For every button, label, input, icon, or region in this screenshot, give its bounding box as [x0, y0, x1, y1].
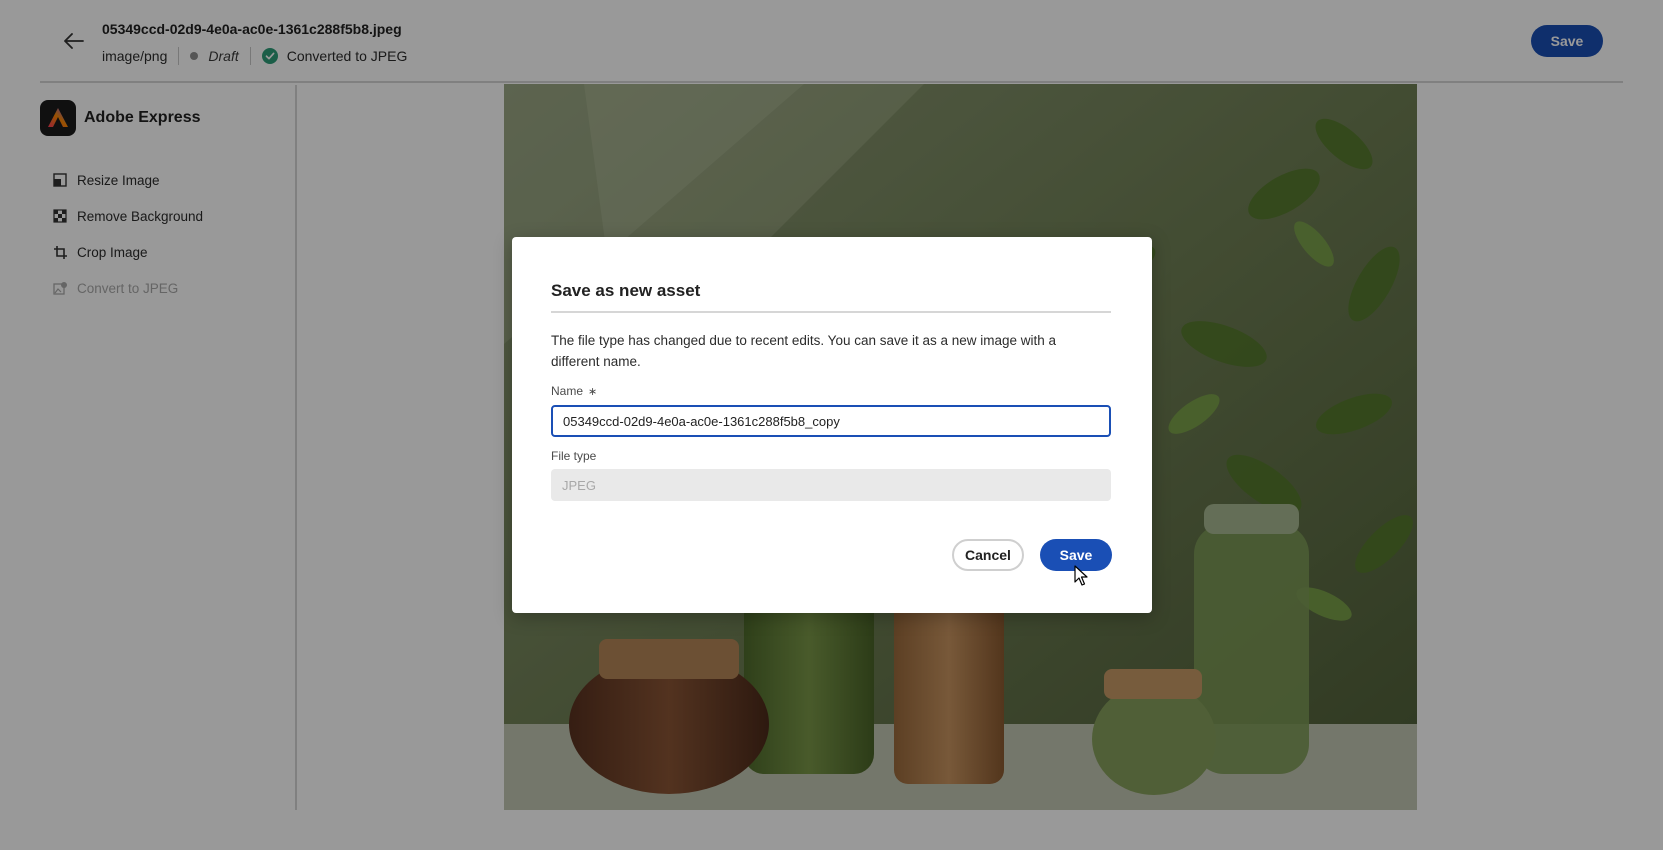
name-field-label: Name ∗ — [551, 384, 597, 398]
file-type-label: File type — [551, 449, 597, 463]
divider — [551, 311, 1111, 313]
cancel-button[interactable]: Cancel — [952, 539, 1024, 571]
mouse-cursor-icon — [1074, 565, 1088, 586]
file-type-value: JPEG — [562, 477, 596, 493]
dialog-title: Save as new asset — [551, 281, 701, 300]
name-input[interactable] — [551, 405, 1111, 437]
required-marker: ∗ — [588, 386, 598, 398]
save-as-dialog: Save as new asset The file type has chan… — [512, 237, 1152, 613]
dialog-description: The file type has changed due to recent … — [551, 333, 1057, 369]
app-window: 05349ccd-02d9-4e0a-ac0e-1361c288f5b8.jpe… — [0, 0, 1663, 850]
file-type-field: JPEG — [551, 469, 1111, 501]
name-label: Name — [551, 384, 584, 398]
